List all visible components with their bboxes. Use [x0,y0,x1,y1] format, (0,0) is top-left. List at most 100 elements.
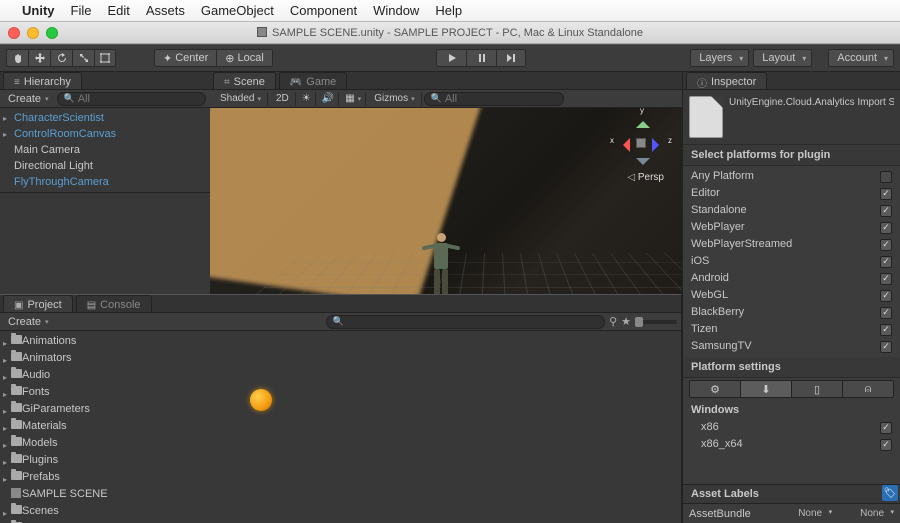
gizmos-dropdown[interactable]: Gizmos [368,92,421,106]
scene-lighting-toggle[interactable]: ☀ [298,92,316,106]
platform-label: WebPlayerStreamed [691,237,880,252]
platform-checkbox[interactable]: ✓ [880,222,892,234]
assetbundle-variant-dropdown[interactable]: None [860,508,894,519]
platform-label: WebPlayer [691,220,880,235]
windows-subtitle: Windows [691,403,892,418]
platform-tab-standalone[interactable]: ⬇ [741,381,792,397]
hierarchy-create-button[interactable]: Create [4,93,53,105]
project-search[interactable]: 🔍 [326,315,605,329]
step-button[interactable] [496,49,526,67]
platform-checkbox[interactable]: ✓ [880,341,892,353]
close-window-button[interactable] [8,27,20,39]
platform-label: BlackBerry [691,305,880,320]
project-folder[interactable]: ▸Models [0,435,681,452]
scene-tab[interactable]: ⌗Scene [213,72,276,89]
scene-audio-toggle[interactable]: 🔊 [318,92,339,106]
label-tag-icon[interactable]: 🏷 [882,485,898,501]
platform-checkbox[interactable]: ✓ [880,188,892,200]
menu-help[interactable]: Help [435,3,462,18]
hierarchy-item[interactable]: FlyThroughCamera [0,174,210,190]
project-filter-icon[interactable]: ⚲ [609,315,617,328]
project-folder[interactable]: ▸Scenes [0,503,681,520]
play-button[interactable] [436,49,466,67]
scene-search[interactable]: 🔍All [424,92,564,106]
hierarchy-item[interactable]: ▸ControlRoomCanvas [0,126,210,142]
asset-labels-section[interactable]: Asset Labels [683,484,900,503]
project-folder[interactable]: ▸Plugins [0,452,681,469]
project-folder[interactable]: ▸Fonts [0,384,681,401]
platform-tab-android[interactable]: ⍝ [843,381,893,397]
project-folder[interactable]: ▸Prefabs [0,469,681,486]
hierarchy-item[interactable]: Main Camera [0,142,210,158]
platform-checkbox[interactable]: ✓ [880,256,892,268]
scale-tool-button[interactable] [72,49,94,67]
menu-gameobject[interactable]: GameObject [201,3,274,18]
platform-row: Editor✓ [683,185,900,202]
project-folder[interactable]: ▸GiParameters [0,401,681,418]
platform-label: Android [691,271,880,286]
project-tab[interactable]: ▣Project [3,295,73,312]
menu-window[interactable]: Window [373,3,419,18]
windows-arch-row: x86_x64✓ [683,436,900,453]
pivot-center-button[interactable]: ✦Center [154,49,216,67]
projection-label[interactable]: Persp [627,172,664,183]
project-zoom-slider[interactable] [635,320,677,324]
pause-button[interactable] [466,49,496,67]
project-create-button[interactable]: Create [4,316,53,328]
platform-checkbox[interactable]: ✓ [880,307,892,319]
platform-tab-mobile[interactable]: ▯ [792,381,843,397]
layers-dropdown[interactable]: Layers [690,49,749,67]
pivot-local-button[interactable]: ⊕Local [216,49,273,67]
platform-tab-editor[interactable]: ⚙ [690,381,741,397]
hierarchy-tab[interactable]: ≡Hierarchy [3,72,82,89]
inspector-tab[interactable]: ⓘInspector [686,72,767,89]
platform-checkbox[interactable]: ✓ [880,324,892,336]
account-dropdown[interactable]: Account [828,49,894,67]
rotate-tool-button[interactable] [50,49,72,67]
move-tool-button[interactable] [28,49,50,67]
platform-checkbox[interactable]: ✓ [880,205,892,217]
scene-fx-dropdown[interactable]: ▦ [341,92,366,106]
search-icon: 🔍 [333,316,344,327]
2d-toggle[interactable]: 2D [270,92,296,106]
minimize-window-button[interactable] [27,27,39,39]
project-folder[interactable]: ▸Materials [0,418,681,435]
game-tab[interactable]: 🎮Game [279,72,347,89]
inspector-icon: ⓘ [697,75,707,90]
project-folder[interactable]: ▸Audio [0,367,681,384]
platform-checkbox[interactable]: ✓ [880,290,892,302]
hierarchy-item[interactable]: Directional Light [0,158,210,174]
hierarchy-search[interactable]: 🔍All [57,92,206,106]
platform-row: Tizen✓ [683,321,900,338]
arch-checkbox[interactable]: ✓ [880,439,892,451]
platform-settings-tabs: ⚙ ⬇ ▯ ⍝ [689,380,894,398]
project-favorite-icon[interactable]: ★ [621,315,631,328]
assetbundle-name-dropdown[interactable]: None [798,508,832,519]
hand-tool-button[interactable] [6,49,28,67]
project-folder[interactable]: ▸Animations [0,333,681,350]
platform-row: Android✓ [683,270,900,287]
platform-checkbox[interactable]: ✓ [880,273,892,285]
menu-file[interactable]: File [71,3,92,18]
project-scene-item[interactable]: SAMPLE SCENE [0,486,681,503]
platform-row: Standalone✓ [683,202,900,219]
layout-dropdown[interactable]: Layout [753,49,812,67]
menu-assets[interactable]: Assets [146,3,185,18]
zoom-window-button[interactable] [46,27,58,39]
hierarchy-item[interactable]: ▸CharacterScientist [0,110,210,126]
menu-component[interactable]: Component [290,3,357,18]
axis-y-label: y [640,108,644,115]
rect-tool-button[interactable] [94,49,116,67]
hierarchy-list[interactable]: ▸CharacterScientist▸ControlRoomCanvasMai… [0,108,210,193]
project-folder[interactable]: ▸Animators [0,350,681,367]
platform-checkbox[interactable]: ✓ [880,239,892,251]
shading-mode-dropdown[interactable]: Shaded [214,92,268,106]
menu-unity[interactable]: Unity [22,3,55,18]
platform-checkbox[interactable]: ✓ [880,171,892,183]
console-tab[interactable]: ▤Console [76,295,152,312]
platform-label: SamsungTV [691,339,880,354]
arch-checkbox[interactable]: ✓ [880,422,892,434]
menu-edit[interactable]: Edit [107,3,129,18]
orientation-gizmo[interactable]: y x z [614,116,668,170]
project-tree[interactable]: ▸Animations▸Animators▸Audio▸Fonts▸GiPara… [0,331,681,523]
